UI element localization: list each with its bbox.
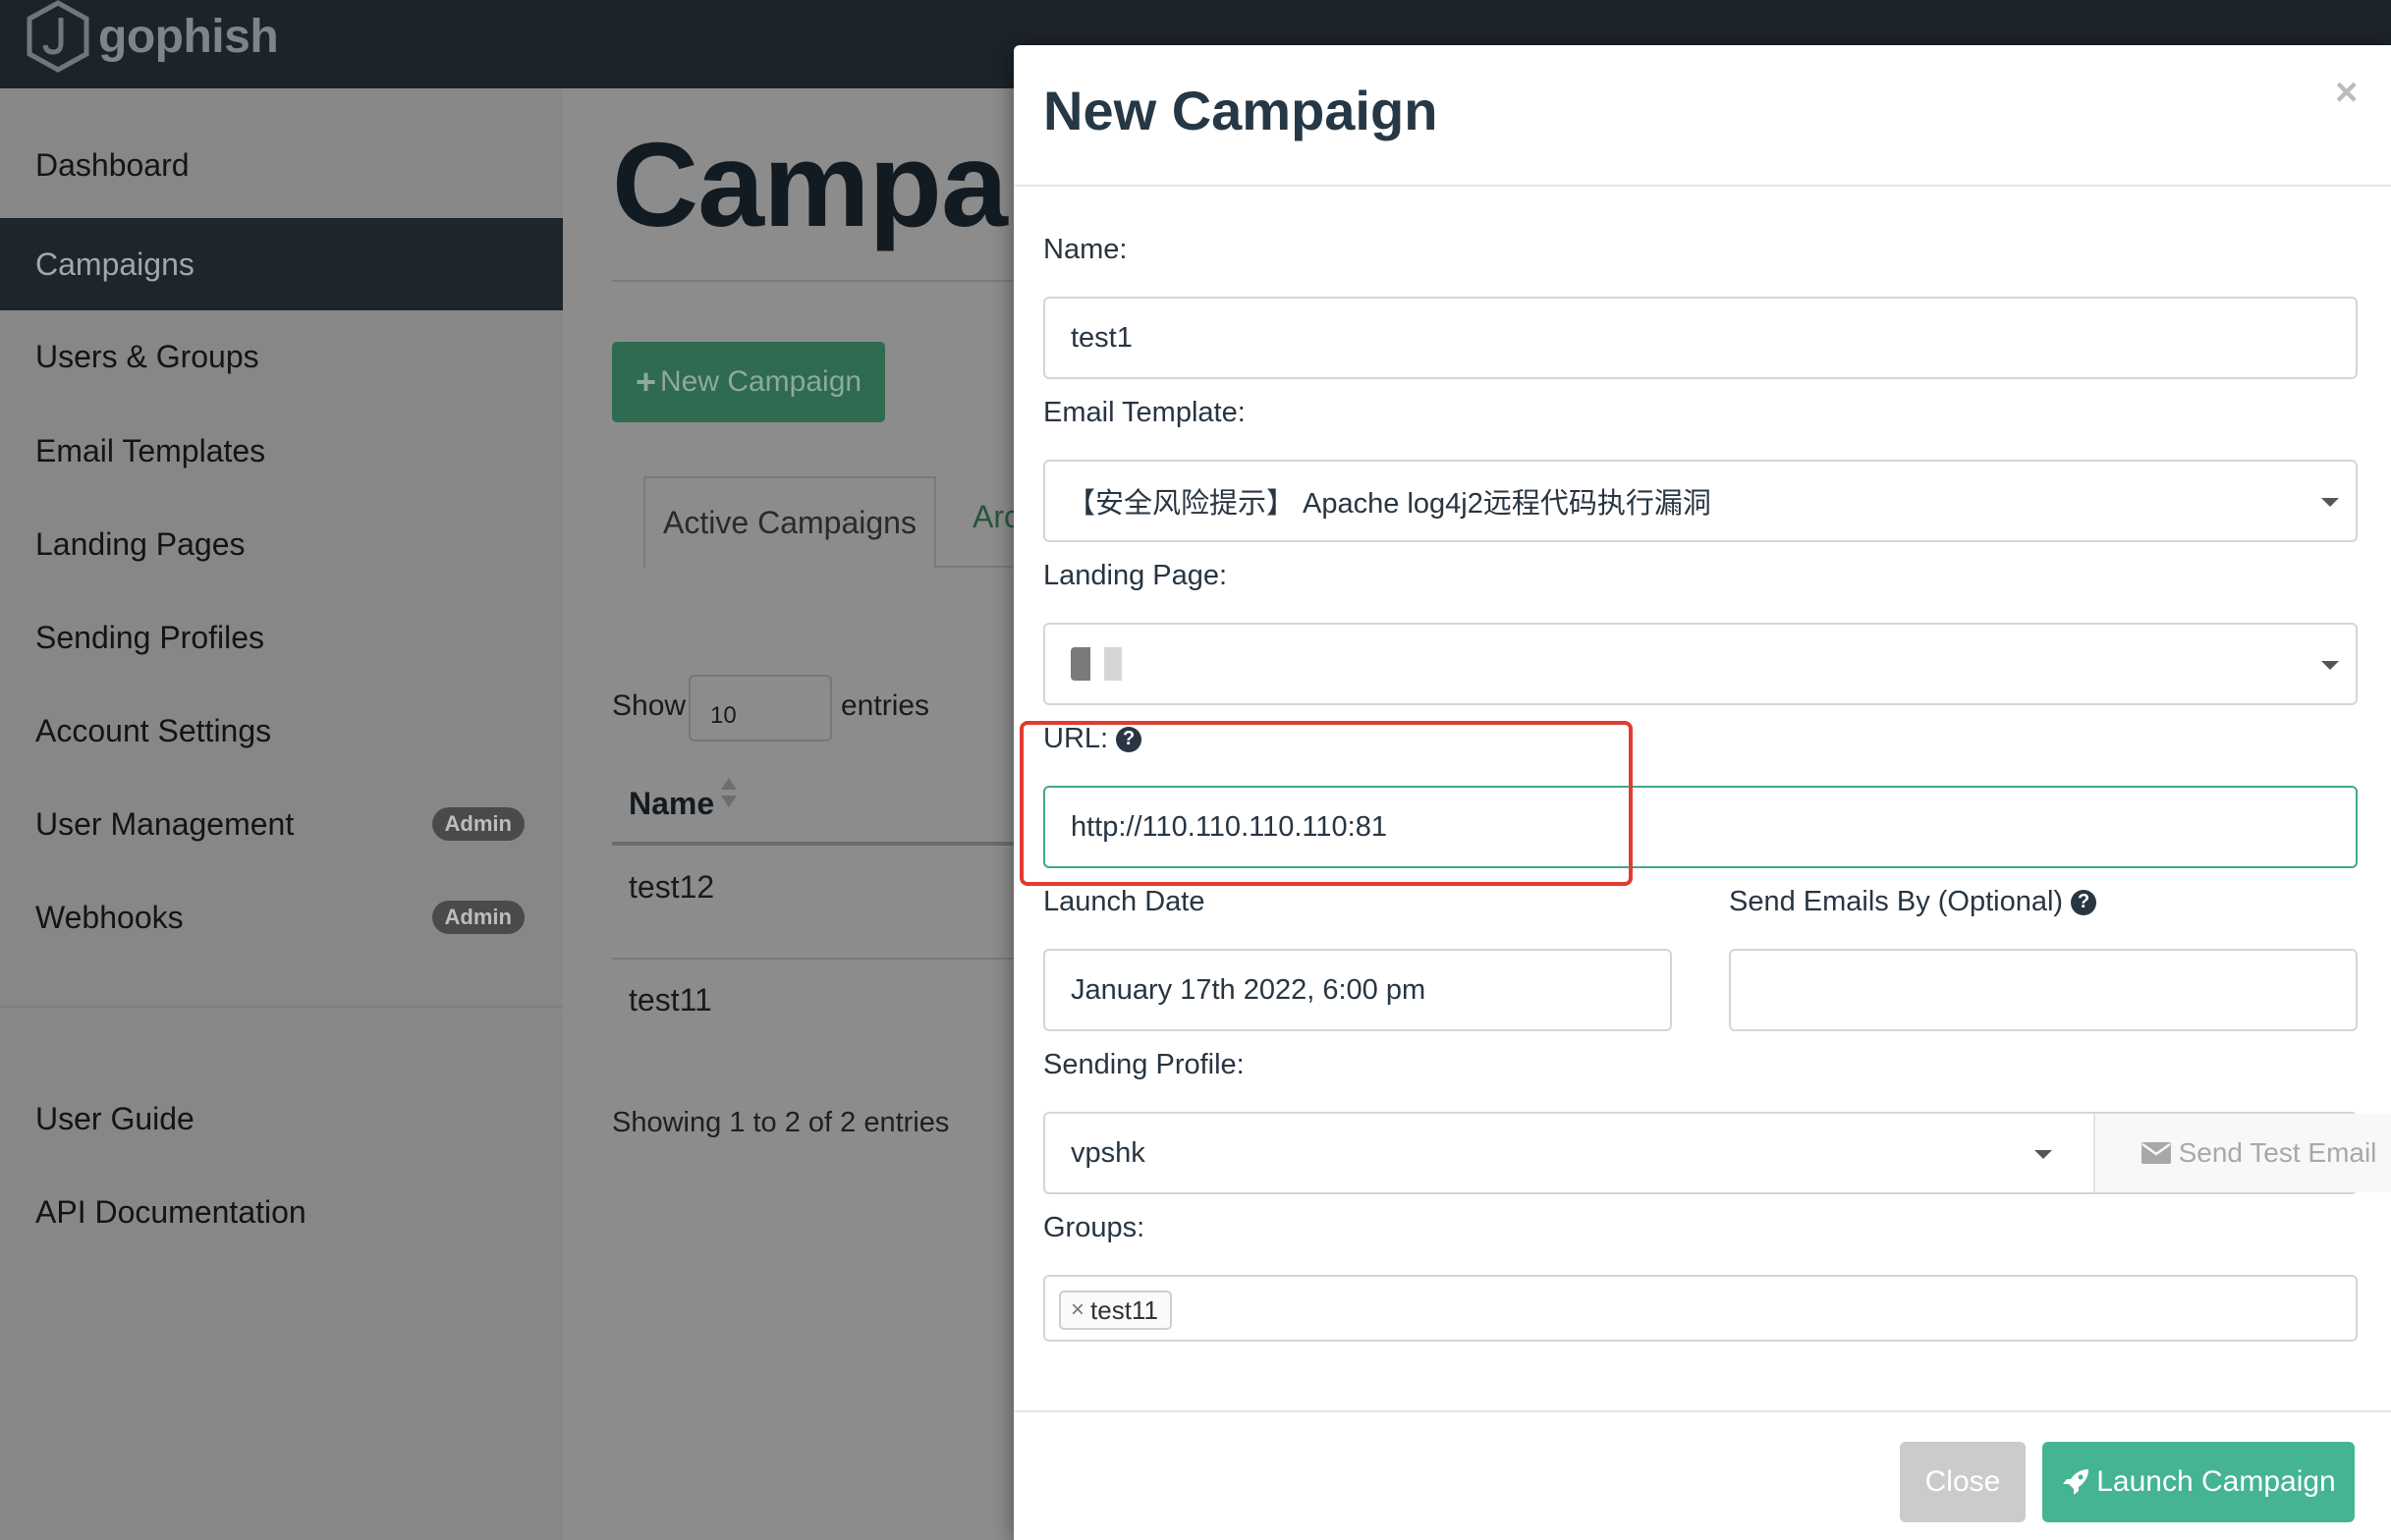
sidebar-item-label: Dashboard	[35, 146, 190, 183]
show-label: Show	[612, 689, 687, 722]
page-size-select[interactable]: 10	[689, 675, 832, 742]
sidebar-item-label: User Management	[35, 805, 295, 842]
modal-title: New Campaign	[1043, 80, 1438, 141]
name-label: Name:	[1043, 234, 1128, 265]
send-emails-by-text: Send Emails By (Optional)	[1729, 886, 2064, 917]
send-emails-by-label: Send Emails By (Optional) ?	[1729, 886, 2097, 918]
chevron-down-icon	[2321, 661, 2339, 670]
table-row[interactable]: test12	[629, 869, 714, 906]
tab-label: Active Campaigns	[663, 505, 917, 540]
launch-date-value: January 17th 2022, 6:00 pm	[1071, 973, 1426, 1006]
sidebar-item-label: API Documentation	[35, 1193, 306, 1230]
sidebar-item-label: Landing Pages	[35, 525, 246, 562]
launch-date-input[interactable]: January 17th 2022, 6:00 pm	[1043, 949, 1672, 1031]
envelope-icon	[2141, 1142, 2171, 1164]
sidebar-item-label: Sending Profiles	[35, 619, 265, 655]
groups-label: Groups:	[1043, 1212, 1145, 1243]
sidebar-item-dashboard[interactable]: Dashboard	[0, 119, 563, 211]
sidebar-item-email-templates[interactable]: Email Templates	[0, 405, 563, 497]
sidebar-item-sending-profiles[interactable]: Sending Profiles	[0, 591, 563, 684]
send-test-email-button[interactable]: Send Test Email	[2093, 1114, 2391, 1192]
group-tag: × test11	[1059, 1291, 1172, 1330]
new-campaign-button[interactable]: + New Campaign	[612, 342, 885, 422]
tab-active-campaigns[interactable]: Active Campaigns	[643, 476, 936, 568]
page-title: Campai	[612, 118, 1040, 251]
sidebar-item-label: Campaigns	[35, 246, 195, 282]
send-test-email-label: Send Test Email	[2178, 1137, 2377, 1168]
sending-profile-select[interactable]: vpshk Send Test Email	[1043, 1112, 2391, 1194]
rocket-icon	[2063, 1469, 2089, 1495]
sidebar-item-label: Users & Groups	[35, 338, 259, 374]
gophish-logo-icon	[27, 0, 89, 73]
sidebar: Dashboard Campaigns Users & Groups Email…	[0, 88, 563, 1540]
sort-icon[interactable]	[719, 776, 739, 809]
group-tag-label: test11	[1090, 1294, 1158, 1325]
close-button[interactable]: Close	[1900, 1442, 2026, 1522]
sidebar-item-landing-pages[interactable]: Landing Pages	[0, 498, 563, 590]
sidebar-item-webhooks[interactable]: Webhooks Admin	[0, 871, 563, 963]
chevron-down-icon	[2034, 1150, 2052, 1159]
sidebar-divider	[0, 1006, 563, 1008]
url-highlight-annotation	[1020, 721, 1633, 886]
sidebar-item-api-documentation[interactable]: API Documentation	[0, 1166, 563, 1258]
remove-tag-icon[interactable]: ×	[1071, 1296, 1084, 1324]
name-input[interactable]: test1	[1043, 297, 2358, 379]
sidebar-item-label: Webhooks	[35, 899, 184, 935]
sidebar-item-label: Account Settings	[35, 712, 272, 748]
table-row[interactable]: test11	[629, 982, 712, 1018]
launch-campaign-button[interactable]: Launch Campaign	[2042, 1442, 2355, 1522]
send-emails-by-input[interactable]	[1729, 949, 2358, 1031]
email-template-select[interactable]: 【安全风险提示】 Apache log4j2远程代码执行漏洞	[1043, 460, 2358, 542]
new-campaign-label: New Campaign	[659, 365, 862, 398]
help-icon[interactable]: ?	[2071, 889, 2097, 915]
tab-archived-campaigns[interactable]: Arc	[973, 499, 1020, 535]
sidebar-item-account-settings[interactable]: Account Settings	[0, 685, 563, 777]
sidebar-item-user-management[interactable]: User Management Admin	[0, 778, 563, 870]
sidebar-item-campaigns[interactable]: Campaigns	[0, 218, 563, 310]
launch-date-label: Launch Date	[1043, 886, 1205, 917]
email-template-value: 【安全风险提示】 Apache log4j2远程代码执行漏洞	[1067, 488, 1711, 520]
email-template-label: Email Template:	[1043, 397, 1246, 428]
table-info: Showing 1 to 2 of 2 entries	[612, 1107, 950, 1138]
gophish-logo[interactable]: gophish	[24, 0, 279, 73]
launch-campaign-label: Launch Campaign	[2096, 1465, 2336, 1498]
chevron-down-icon	[2321, 498, 2339, 507]
sending-profile-label: Sending Profile:	[1043, 1049, 1245, 1080]
brand-name: gophish	[98, 10, 279, 63]
modal-footer-divider	[1014, 1410, 2391, 1412]
sidebar-item-user-guide[interactable]: User Guide	[0, 1072, 563, 1165]
redacted-value	[1071, 647, 1090, 681]
plus-icon: +	[635, 361, 656, 402]
sending-profile-value: vpshk	[1071, 1136, 1145, 1169]
admin-badge: Admin	[431, 901, 525, 934]
name-value: test1	[1071, 321, 1133, 354]
admin-badge: Admin	[431, 807, 525, 841]
sidebar-item-label: Email Templates	[35, 432, 266, 468]
entries-label: entries	[841, 689, 930, 722]
landing-page-label: Landing Page:	[1043, 560, 1228, 591]
sidebar-item-users-groups[interactable]: Users & Groups	[0, 310, 563, 403]
modal-header-divider	[1014, 185, 2391, 187]
sidebar-item-label: User Guide	[35, 1100, 195, 1136]
groups-input[interactable]: × test11	[1043, 1275, 2358, 1342]
redacted-value	[1104, 647, 1122, 681]
close-icon[interactable]: ×	[2335, 71, 2358, 115]
column-header-name[interactable]: Name	[629, 786, 714, 822]
landing-page-select[interactable]	[1043, 623, 2358, 705]
